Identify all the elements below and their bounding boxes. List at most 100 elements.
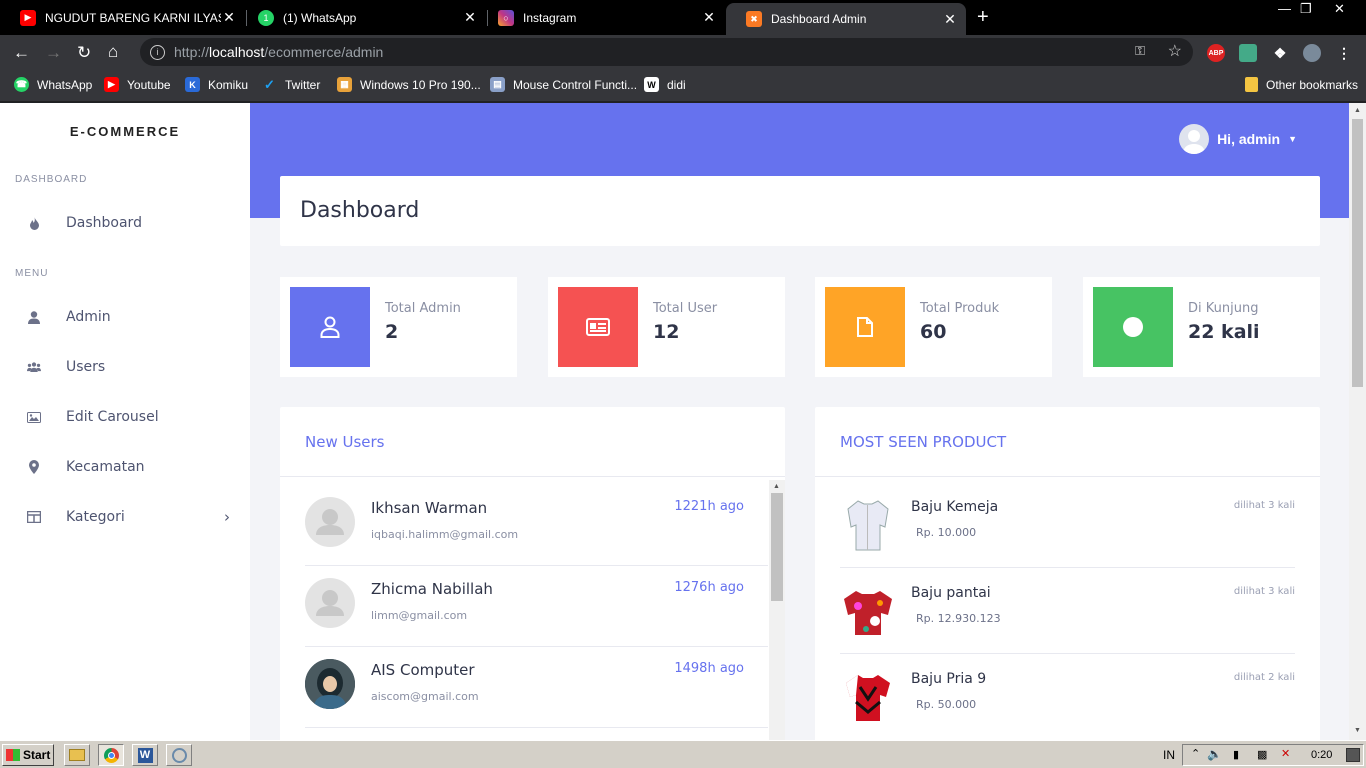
extension-icon[interactable] bbox=[1239, 44, 1257, 62]
stat-di-kunjung: Di Kunjung 22 kali bbox=[1083, 277, 1320, 377]
close-tab-icon[interactable]: ✕ bbox=[942, 11, 958, 28]
word-icon[interactable]: W bbox=[132, 744, 158, 766]
info-icon[interactable]: i bbox=[150, 44, 165, 60]
product-image bbox=[840, 667, 895, 727]
list-item[interactable]: Baju Kemeja Rp. 10.000 dilihat 3 kali bbox=[815, 477, 1320, 563]
adblock-plus-icon[interactable]: ABP bbox=[1207, 44, 1225, 62]
most-seen-title: MOST SEEN PRODUCT bbox=[840, 433, 1007, 451]
battery-icon[interactable]: ▩ bbox=[1257, 748, 1267, 761]
bookmark-didi[interactable]: Wdidi bbox=[644, 77, 686, 92]
most-seen-product-card: MOST SEEN PRODUCT Baju Kemeja Rp. 10.000… bbox=[815, 407, 1320, 740]
doc-icon: ▤ bbox=[490, 77, 505, 92]
chrome-icon[interactable] bbox=[98, 744, 124, 766]
windows-logo-icon bbox=[6, 749, 20, 761]
puzzle-icon[interactable]: ❖ bbox=[1271, 44, 1289, 62]
id-card-icon bbox=[558, 287, 638, 367]
close-tab-icon[interactable]: ✕ bbox=[462, 9, 478, 26]
show-desktop-icon[interactable] bbox=[1346, 748, 1360, 762]
explorer-icon[interactable] bbox=[64, 744, 90, 766]
brand-logo[interactable]: E-COMMERCE bbox=[0, 124, 250, 139]
page-title: Dashboard bbox=[300, 198, 420, 223]
bookmark-mouse-control[interactable]: ▤ Mouse Control Functi... bbox=[490, 77, 637, 92]
tab-instagram[interactable]: ○ Instagram ✕ bbox=[478, 3, 725, 32]
product-image bbox=[840, 581, 895, 641]
bookmark-komiku[interactable]: K Komiku bbox=[185, 77, 248, 92]
key-icon[interactable]: ⚿ bbox=[1135, 43, 1145, 59]
avatar bbox=[305, 497, 355, 547]
user-outline-icon bbox=[290, 287, 370, 367]
other-bookmarks[interactable]: Other bookmarks bbox=[1245, 77, 1358, 92]
instagram-icon: ○ bbox=[498, 9, 514, 26]
close-window-button[interactable]: ✕ bbox=[1334, 1, 1345, 17]
table-icon bbox=[27, 510, 41, 524]
home-button[interactable]: ⌂ bbox=[108, 42, 118, 62]
browser-tab-bar: ▶ NGUDUT BARENG KARNI ILYAS☐ ( ✕ 1 (1) W… bbox=[0, 0, 1366, 35]
new-users-card: New Users Ikhsan Warman iqbaqi.halimm@gm… bbox=[280, 407, 785, 740]
new-users-title: New Users bbox=[305, 433, 385, 451]
app-icon[interactable] bbox=[166, 744, 192, 766]
image-icon bbox=[27, 410, 41, 424]
sidebar: E-COMMERCE DASHBOARD Dashboard MENU Admi… bbox=[0, 103, 250, 740]
back-button[interactable]: ← bbox=[13, 43, 30, 63]
page-title-card: Dashboard bbox=[280, 176, 1320, 246]
sidebar-item-admin[interactable]: Admin bbox=[0, 302, 250, 332]
restore-button[interactable]: ❐ bbox=[1300, 1, 1312, 17]
sidebar-item-kategori[interactable]: Kategori › bbox=[0, 502, 250, 532]
map-marker-icon bbox=[27, 460, 41, 474]
sidebar-item-edit-carousel[interactable]: Edit Carousel bbox=[0, 402, 250, 432]
tab-youtube[interactable]: ▶ NGUDUT BARENG KARNI ILYAS☐ ( ✕ bbox=[0, 3, 245, 32]
bookmark-whatsapp[interactable]: ☎ WhatsApp bbox=[14, 77, 92, 92]
whatsapp-icon: ☎ bbox=[14, 77, 29, 92]
forward-button[interactable]: → bbox=[45, 43, 62, 63]
page-scrollbar[interactable]: ▲ ▼ bbox=[1349, 103, 1366, 740]
list-item[interactable]: Ikhsan Warman iqbaqi.halimm@gmail.com 12… bbox=[280, 477, 785, 558]
avatar bbox=[305, 659, 355, 709]
youtube-icon: ▶ bbox=[20, 9, 36, 26]
fire-icon bbox=[27, 216, 41, 230]
section-label-menu: MENU bbox=[15, 268, 49, 279]
chevron-right-icon: › bbox=[224, 508, 230, 526]
new-tab-button[interactable]: + bbox=[977, 6, 989, 29]
reload-button[interactable]: ↻ bbox=[77, 43, 91, 63]
minimize-button[interactable]: — bbox=[1278, 1, 1291, 16]
volume-icon[interactable]: 🔈 bbox=[1207, 747, 1222, 761]
users-icon bbox=[27, 360, 41, 374]
address-bar[interactable]: i http://localhost/ecommerce/admin ⚿ ☆ bbox=[140, 38, 1193, 66]
youtube-icon: ▶ bbox=[104, 77, 119, 92]
list-item[interactable]: Baju Pria 9 Rp. 50.000 dilihat 2 kali bbox=[815, 649, 1320, 735]
list-item[interactable]: AIS Computer aiscom@gmail.com 1498h ago bbox=[280, 639, 785, 720]
stat-total-user: Total User 12 bbox=[548, 277, 785, 377]
komiku-icon: K bbox=[185, 77, 200, 92]
list-item[interactable]: Baju pantai Rp. 12.930.123 dilihat 3 kal… bbox=[815, 563, 1320, 649]
tray-expand-icon[interactable]: ⌃ bbox=[1191, 747, 1200, 760]
sidebar-item-dashboard[interactable]: Dashboard bbox=[0, 208, 250, 238]
profile-avatar[interactable] bbox=[1303, 44, 1321, 62]
clock[interactable]: 0:20 bbox=[1311, 749, 1332, 761]
language-indicator[interactable]: IN bbox=[1163, 748, 1175, 762]
network-icon[interactable]: ✕ bbox=[1281, 747, 1290, 760]
file-icon bbox=[825, 287, 905, 367]
xampp-icon: ✖ bbox=[746, 11, 762, 27]
whatsapp-icon: 1 bbox=[258, 9, 274, 26]
close-tab-icon[interactable]: ✕ bbox=[701, 9, 717, 26]
user-dropdown[interactable]: Hi, admin ▼ bbox=[1179, 124, 1297, 154]
menu-dots-icon[interactable]: ⋮ bbox=[1335, 44, 1353, 62]
tab-dashboard-admin[interactable]: ✖ Dashboard Admin ✕ bbox=[726, 3, 966, 35]
windows-icon: ▦ bbox=[337, 77, 352, 92]
sidebar-item-kecamatan[interactable]: Kecamatan bbox=[0, 452, 250, 482]
bookmarks-bar: ☎ WhatsApp ▶ Youtube K Komiku ✓ Twitter ▦ Win… bbox=[0, 69, 1366, 102]
twitter-icon: ✓ bbox=[264, 76, 275, 92]
close-tab-icon[interactable]: ✕ bbox=[221, 9, 237, 26]
start-button[interactable]: Start bbox=[2, 744, 54, 766]
bookmark-star-icon[interactable]: ☆ bbox=[1168, 41, 1182, 61]
list-scrollbar[interactable]: ▲ bbox=[769, 480, 785, 740]
bookmark-twitter[interactable]: ✓ Twitter bbox=[262, 77, 320, 92]
bookmark-windows[interactable]: ▦ Windows 10 Pro 190... bbox=[337, 77, 481, 92]
stat-total-produk: Total Produk 60 bbox=[815, 277, 1052, 377]
caret-down-icon: ▼ bbox=[1288, 134, 1297, 144]
bookmark-youtube[interactable]: ▶ Youtube bbox=[104, 77, 171, 92]
signal-icon[interactable]: ▮ bbox=[1233, 748, 1239, 761]
tab-whatsapp[interactable]: 1 (1) WhatsApp ✕ bbox=[238, 3, 486, 32]
list-item[interactable]: Zhicma Nabillah limm@gmail.com 1276h ago bbox=[280, 558, 785, 639]
sidebar-item-users[interactable]: Users bbox=[0, 352, 250, 382]
